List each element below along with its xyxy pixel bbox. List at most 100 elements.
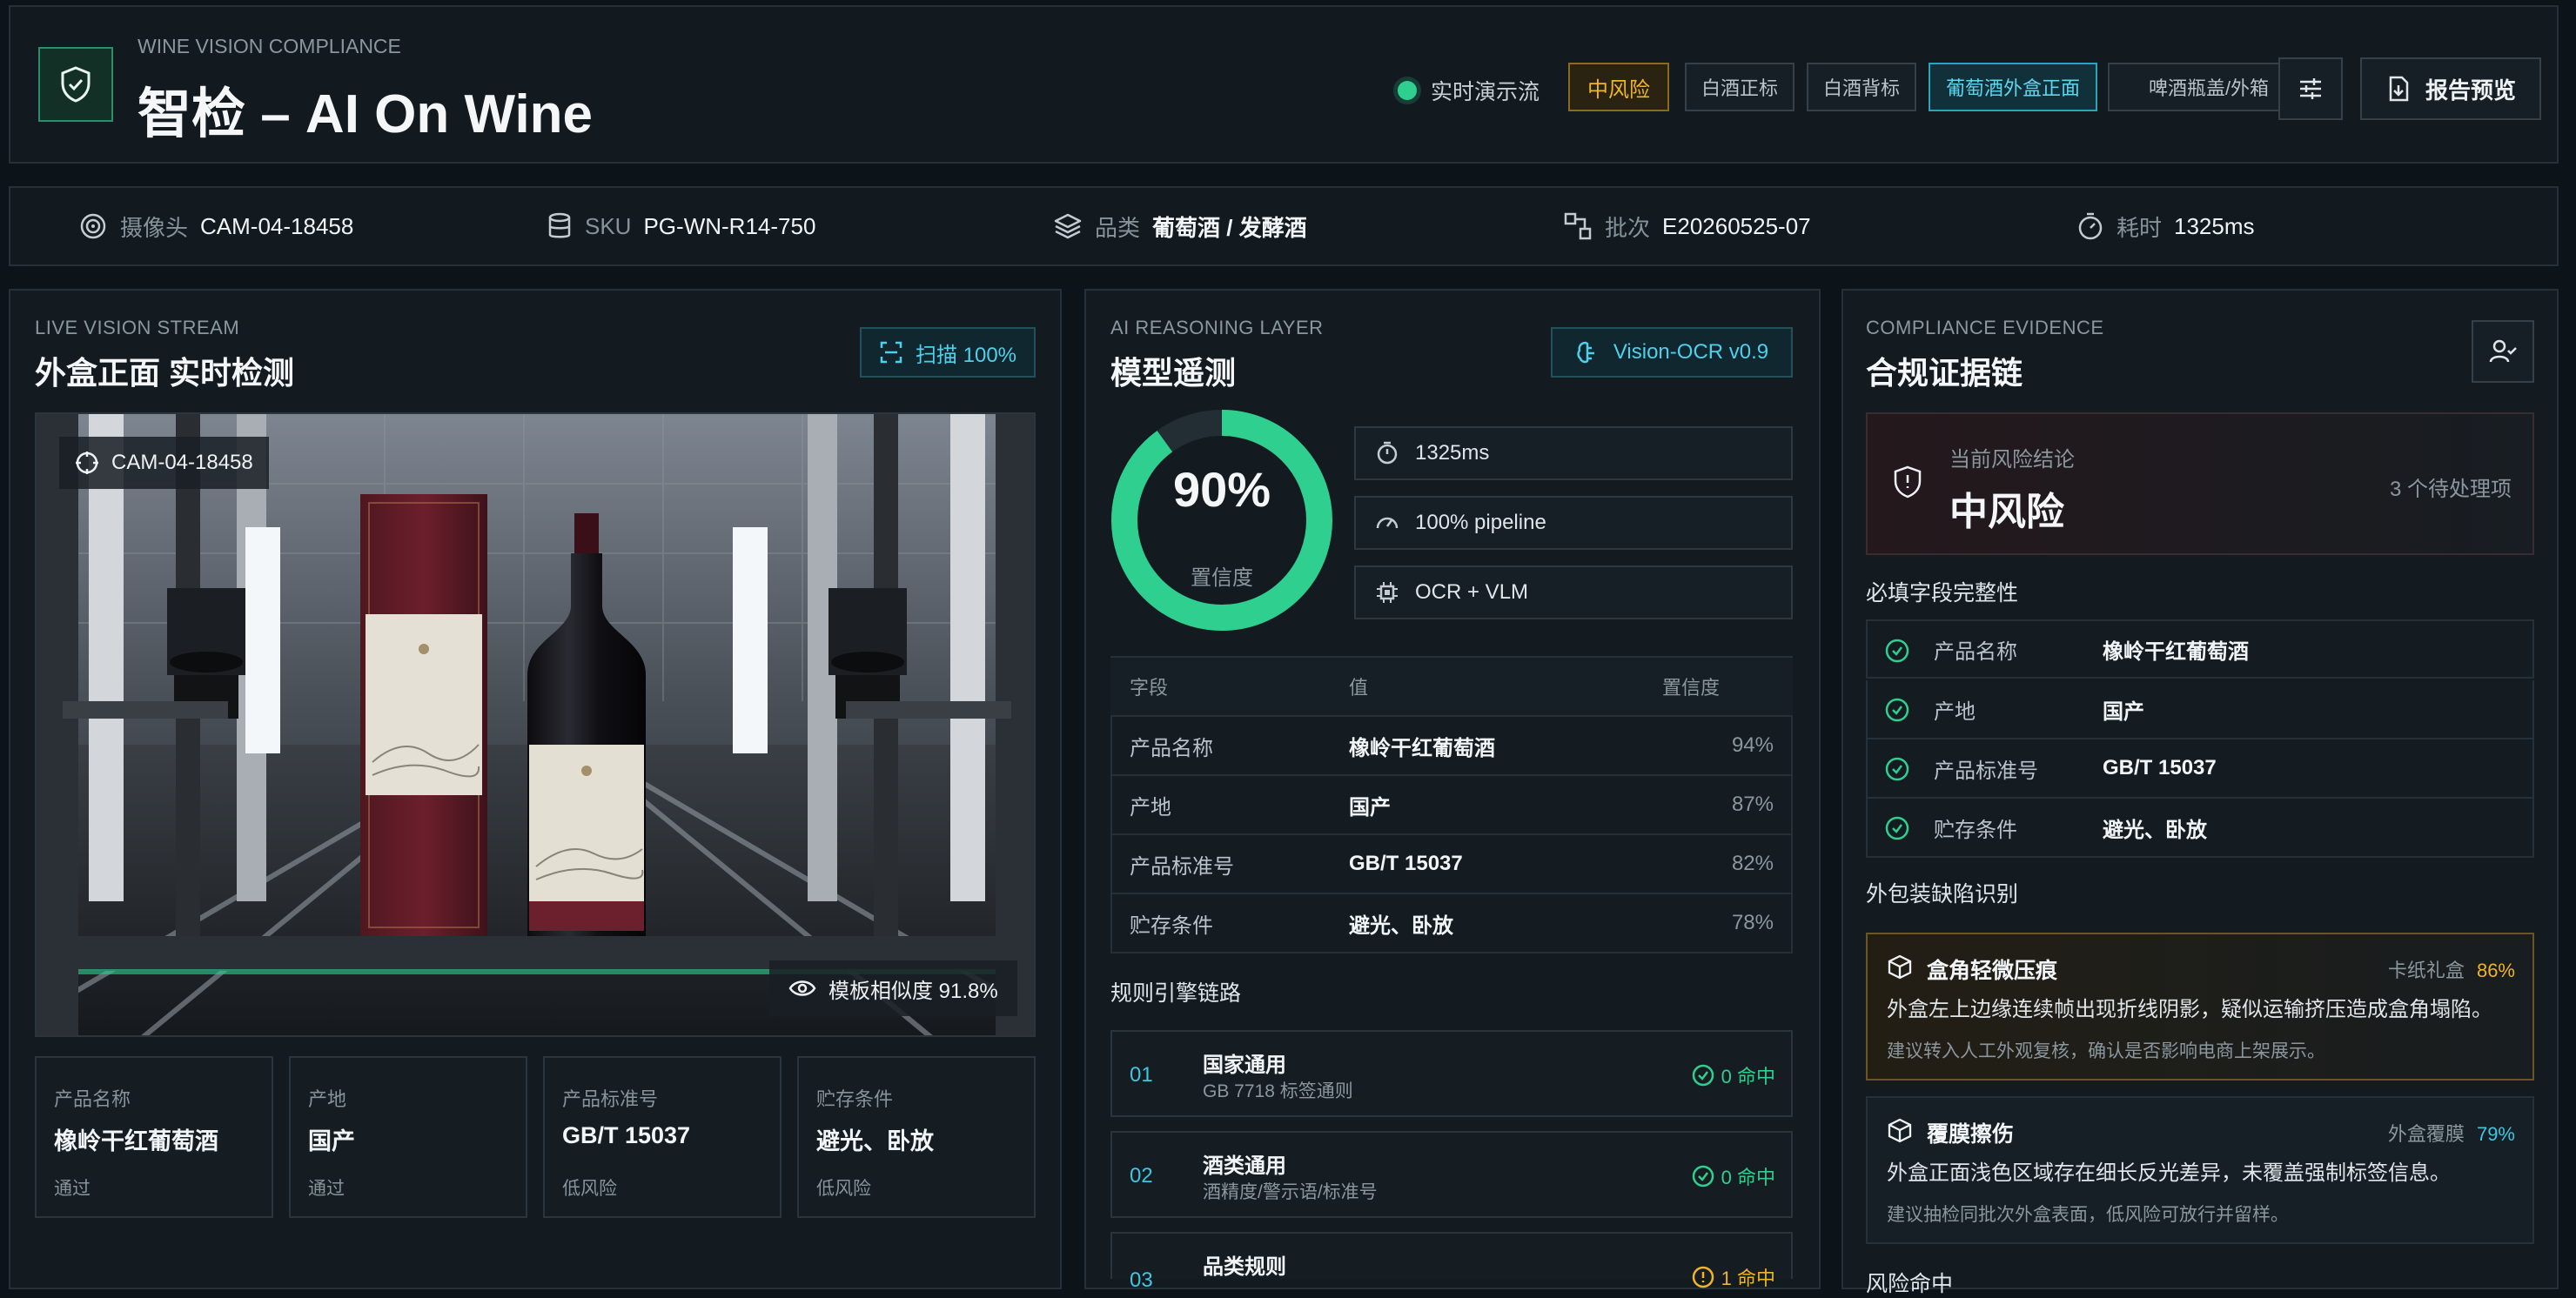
- table-row: 产品名称 橡岭干红葡萄酒 94%: [1110, 715, 1793, 774]
- time-label: 耗时: [2116, 214, 2163, 241]
- layers-icon: [1054, 213, 1082, 239]
- chip-baijiu-back[interactable]: 白酒背标: [1807, 63, 1916, 111]
- defects-title: 外包装缺陷识别: [1866, 882, 2019, 907]
- shield-alert-icon: [1894, 465, 1922, 498]
- field-card-product-name: 产品名称 橡岭干红葡萄酒 通过: [35, 1056, 273, 1218]
- rule-hit-badge: 1 命中: [1692, 1263, 1775, 1291]
- report-preview-button[interactable]: 报告预览: [2360, 57, 2541, 120]
- rule-hit-badge: 0 命中: [1692, 1162, 1775, 1190]
- reasoning-title: 模型遥测: [1110, 355, 1237, 391]
- rule-item-category[interactable]: 03 品类规则 1 命中: [1110, 1232, 1793, 1292]
- shield-logo-icon: [38, 47, 113, 122]
- rule-item-national[interactable]: 01 国家通用 GB 7718 标签通则 0 命中: [1110, 1030, 1793, 1117]
- stream-eyebrow: LIVE VISION STREAM: [35, 317, 240, 338]
- info-bar: 摄像头 CAM-04-18458 SKU PG-WN-R14-750 品类 葡萄…: [9, 186, 2559, 266]
- camera-target-icon: [80, 213, 106, 239]
- field-card-storage: 贮存条件 避光、卧放 低风险: [797, 1056, 1036, 1218]
- sku-label: SKU: [585, 212, 632, 239]
- stat-pipeline: 100% pipeline: [1354, 496, 1793, 550]
- category-value: 葡萄酒 / 发酵酒: [1152, 214, 1307, 241]
- sku-value: PG-WN-R14-750: [643, 212, 816, 239]
- stopwatch-icon: [2078, 212, 2103, 240]
- risk-hits-title: 风险命中: [1866, 1272, 1954, 1296]
- table-header: 字段 值 置信度: [1110, 658, 1793, 715]
- confidence-ring: [1111, 410, 1332, 631]
- info-sku: SKU PG-WN-R14-750: [547, 188, 815, 264]
- info-category: 品类 葡萄酒 / 发酵酒: [1053, 188, 1307, 264]
- info-time: 耗时 1325ms: [2076, 188, 2255, 264]
- time-value: 1325ms: [2174, 212, 2255, 239]
- rule-item-liquor[interactable]: 02 酒类通用 酒精度/警示语/标准号 0 命中: [1110, 1131, 1793, 1218]
- user-check-icon: [2489, 339, 2517, 363]
- timer-icon: [1377, 441, 1398, 465]
- required-row: 贮存条件 避光、卧放: [1866, 799, 2534, 858]
- factory-scene: [37, 414, 1034, 1035]
- pending-count: 3 个待处理项: [2389, 478, 2512, 501]
- alert-circle-icon: [1692, 1266, 1714, 1288]
- chip-wine-box-front[interactable]: 葡萄酒外盒正面: [1929, 63, 2097, 111]
- rules-title: 规则引擎链路: [1110, 981, 1242, 1006]
- check-circle-icon: [1885, 639, 1909, 663]
- batch-value: E20260525-07: [1662, 212, 1811, 239]
- table-row: 贮存条件 避光、卧放 78%: [1110, 893, 1793, 952]
- confidence-value: 90%: [1172, 462, 1271, 517]
- scan-frame-icon: [880, 341, 902, 364]
- evidence-title: 合规证据链: [1866, 355, 2023, 391]
- defect-card-film-scratch[interactable]: 覆膜擦伤 外盒覆膜 79% 外盒正面浅色区域存在细长反光差异，未覆盖强制标签信息…: [1866, 1096, 2534, 1244]
- crosshair-icon: [76, 452, 98, 474]
- app-eyebrow: WINE VISION COMPLIANCE: [138, 35, 401, 57]
- defect-card-corner-dent[interactable]: 盒角轻微压痕 卡纸礼盒 86% 外盒左上边缘连续帧出现折线阴影，疑似运输挤压造成…: [1866, 933, 2534, 1081]
- live-label: 实时演示流: [1431, 80, 1540, 104]
- eye-icon: [788, 980, 816, 996]
- stat-method: OCR + VLM: [1354, 565, 1793, 619]
- gauge-icon: [1376, 517, 1399, 529]
- risk-conclusion-card: 当前风险结论 中风险 3 个待处理项: [1866, 412, 2534, 555]
- info-batch: 批次 E20260525-07: [1563, 188, 1811, 264]
- box-icon: [1888, 1118, 1912, 1143]
- file-download-icon: [2389, 76, 2409, 102]
- similarity-overlay: 模板相似度 91.8%: [769, 960, 1017, 1016]
- database-icon: [548, 212, 571, 238]
- info-camera: 摄像头 CAM-04-18458: [78, 188, 353, 264]
- camera-feed-image: CAM-04-18458 模板相似度 91.8%: [35, 412, 1036, 1037]
- risk-badge: 中风险: [1568, 63, 1669, 111]
- settings-sliders-button[interactable]: [2278, 57, 2343, 120]
- live-dot-icon: [1398, 81, 1417, 100]
- table-row: 产地 国产 87%: [1110, 774, 1793, 833]
- camera-overlay-tag: CAM-04-18458: [59, 437, 269, 489]
- camera-label: 摄像头: [120, 214, 189, 241]
- required-row: 产地 国产: [1866, 680, 2534, 739]
- sliders-icon: [2300, 78, 2321, 99]
- check-circle-icon: [1692, 1064, 1714, 1087]
- stream-title: 外盒正面 实时检测: [35, 355, 295, 391]
- live-indicator: 实时演示流: [1398, 75, 1540, 106]
- category-label: 品类: [1095, 214, 1141, 241]
- scan-badge: 扫描 100%: [860, 327, 1036, 378]
- header-bar: WINE VISION COMPLIANCE 智检 – AI On Wine 实…: [9, 5, 2559, 164]
- batch-nodes-icon: [1564, 212, 1592, 240]
- brain-icon: [1577, 341, 1594, 364]
- stat-latency: 1325ms: [1354, 426, 1793, 480]
- table-row: 产品标准号 GB/T 15037 82%: [1110, 833, 1793, 893]
- page-title: 智检 – AI On Wine: [138, 84, 594, 144]
- defect-tag: 外盒覆膜 79%: [2387, 1123, 2515, 1145]
- box-icon: [1888, 954, 1912, 980]
- required-row: 产品名称 橡岭干红葡萄酒: [1866, 619, 2534, 679]
- field-card-standard: 产品标准号 GB/T 15037 低风险: [543, 1056, 782, 1218]
- reviewer-button[interactable]: [2472, 320, 2534, 383]
- model-badge: Vision-OCR v0.9: [1551, 327, 1793, 378]
- evidence-eyebrow: COMPLIANCE EVIDENCE: [1866, 317, 2104, 338]
- check-circle-icon: [1885, 757, 1909, 781]
- risk-value: 中风险: [1949, 491, 2064, 533]
- check-circle-icon: [1692, 1165, 1714, 1188]
- reasoning-eyebrow: AI REASONING LAYER: [1110, 317, 1324, 338]
- chip-icon: [1377, 582, 1398, 603]
- chip-baijiu-front[interactable]: 白酒正标: [1685, 63, 1794, 111]
- check-circle-icon: [1885, 816, 1909, 840]
- confidence-label: 置信度: [1191, 566, 1253, 590]
- required-row: 产品标准号 GB/T 15037: [1866, 739, 2534, 799]
- batch-label: 批次: [1605, 214, 1651, 241]
- rule-hit-badge: 0 命中: [1692, 1061, 1775, 1089]
- camera-value: CAM-04-18458: [200, 212, 354, 239]
- field-card-origin: 产地 国产 通过: [289, 1056, 527, 1218]
